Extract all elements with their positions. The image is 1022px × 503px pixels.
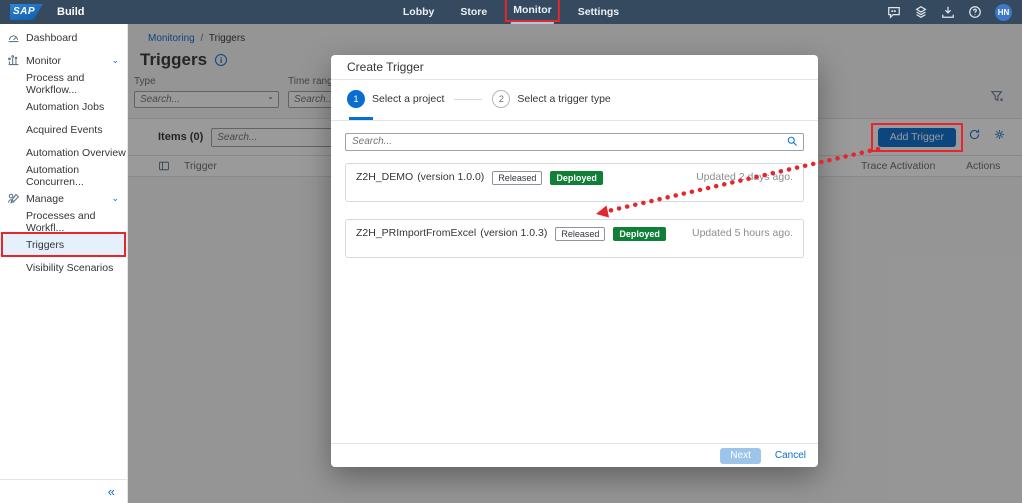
shell-nav: Lobby Store Monitor Settings	[401, 0, 621, 24]
sidebar-item-label: Manage	[26, 192, 64, 205]
project-name: Z2H_PRImportFromExcel	[356, 226, 477, 239]
dashboard-icon	[7, 31, 20, 44]
dialog-body: Z2H_DEMO (version 1.0.0) Released Deploy…	[331, 121, 818, 285]
project-name: Z2H_DEMO	[356, 170, 414, 183]
nav-settings[interactable]: Settings	[576, 0, 621, 24]
sidebar-item-label: Automation Jobs	[26, 100, 105, 113]
sidebar-item-label: Monitor	[26, 54, 62, 67]
side-navigation: Dashboard Monitor ⌄ Process and Workflow…	[0, 24, 128, 503]
dialog-title: Create Trigger	[347, 60, 424, 74]
sidebar-footer: «	[0, 479, 127, 503]
sap-logo[interactable]: SAP	[10, 4, 43, 20]
nav-lobby[interactable]: Lobby	[401, 0, 437, 24]
next-button[interactable]: Next	[720, 447, 761, 464]
project-version: (version 1.0.0)	[417, 170, 485, 183]
search-icon[interactable]	[786, 134, 798, 152]
sidebar-item-automation-concurrency[interactable]: Automation Concurren...	[0, 163, 127, 188]
step-2-circle: 2	[492, 90, 511, 108]
step-2-label: Select a trigger type	[517, 93, 611, 105]
product-name: Build	[57, 6, 85, 18]
chevron-down-icon[interactable]: ⌄	[111, 55, 119, 66]
deployed-badge: Deployed	[550, 170, 603, 185]
project-updated: Updated 2 days ago.	[696, 170, 793, 183]
cancel-button[interactable]: Cancel	[775, 450, 806, 461]
project-list: Z2H_DEMO (version 1.0.0) Released Deploy…	[345, 162, 804, 258]
project-row-z2h-primportfromexcel[interactable]: Z2H_PRImportFromExcel (version 1.0.3) Re…	[345, 218, 804, 258]
sidebar-item-label: Process and Workflow...	[26, 71, 85, 96]
sidebar-item-label: Acquired Events	[26, 123, 103, 136]
step-select-trigger-type[interactable]: 2 Select a trigger type	[492, 90, 611, 108]
help-icon[interactable]	[968, 5, 982, 19]
manage-icon	[7, 192, 20, 205]
shellbar-actions: HN	[887, 3, 1012, 21]
sidebar-item-process-workflow[interactable]: Process and Workflow...	[0, 71, 127, 96]
nav-monitor[interactable]: Monitor	[505, 0, 560, 24]
sidebar-item-label: Processes and Workfl...	[26, 209, 96, 234]
project-version: (version 1.0.3)	[480, 226, 548, 239]
page: SAP Build Lobby Store Monitor Settings H…	[0, 0, 1022, 503]
shellbar: SAP Build Lobby Store Monitor Settings H…	[0, 0, 1022, 24]
side-nav-list: Dashboard Monitor ⌄ Process and Workflow…	[0, 24, 127, 479]
sidebar-collapse-button[interactable]: «	[108, 485, 115, 498]
step-1-circle: 1	[347, 90, 365, 108]
monitor-chart-icon	[7, 54, 20, 67]
nav-store[interactable]: Store	[458, 0, 489, 24]
sidebar-item-manage[interactable]: Manage ⌄	[0, 187, 127, 210]
step-1-label: Select a project	[372, 93, 445, 105]
chevron-down-icon[interactable]: ⌄	[111, 193, 119, 204]
dialog-footer: Next Cancel	[331, 443, 818, 467]
project-updated: Updated 5 hours ago.	[692, 226, 793, 239]
user-avatar[interactable]: HN	[995, 3, 1012, 21]
released-badge: Released	[492, 170, 543, 185]
sidebar-item-processes-workflows[interactable]: Processes and Workfl...	[0, 209, 127, 234]
sidebar-item-monitor[interactable]: Monitor ⌄	[0, 49, 127, 72]
active-step-indicator	[349, 117, 373, 120]
sidebar-item-label: Triggers	[26, 238, 65, 251]
released-badge: Released	[555, 226, 606, 241]
wizard-steps: 1 Select a project 2 Select a trigger ty…	[331, 80, 818, 121]
feedback-icon[interactable]	[887, 5, 901, 19]
sidebar-item-acquired-events[interactable]: Acquired Events	[0, 118, 127, 141]
step-connector	[454, 98, 483, 100]
sidebar-item-label: Dashboard	[26, 31, 78, 44]
step-select-project[interactable]: 1 Select a project	[347, 90, 444, 108]
sidebar-item-triggers[interactable]: Triggers	[0, 232, 127, 257]
create-trigger-dialog: Create Trigger 1 Select a project 2 Sele…	[331, 55, 818, 467]
sidebar-item-visibility-scenarios[interactable]: Visibility Scenarios	[0, 256, 127, 279]
sidebar-item-dashboard[interactable]: Dashboard	[0, 26, 127, 49]
project-row-z2h-demo[interactable]: Z2H_DEMO (version 1.0.0) Released Deploy…	[345, 162, 804, 202]
sidebar-item-automation-overview[interactable]: Automation Overview	[0, 141, 127, 164]
sidebar-item-label: Visibility Scenarios	[26, 261, 114, 274]
dialog-header: Create Trigger	[331, 55, 818, 80]
sidebar-item-automation-jobs[interactable]: Automation Jobs	[0, 95, 127, 118]
sidebar-item-label: Automation Overview	[26, 146, 126, 159]
sidebar-item-label: Automation Concurren...	[26, 163, 84, 188]
nav-monitor-label: Monitor	[513, 4, 552, 16]
project-search-input[interactable]	[345, 132, 804, 151]
deployed-badge: Deployed	[613, 226, 666, 241]
product-switch-icon[interactable]	[914, 5, 928, 19]
download-icon[interactable]	[941, 5, 955, 19]
